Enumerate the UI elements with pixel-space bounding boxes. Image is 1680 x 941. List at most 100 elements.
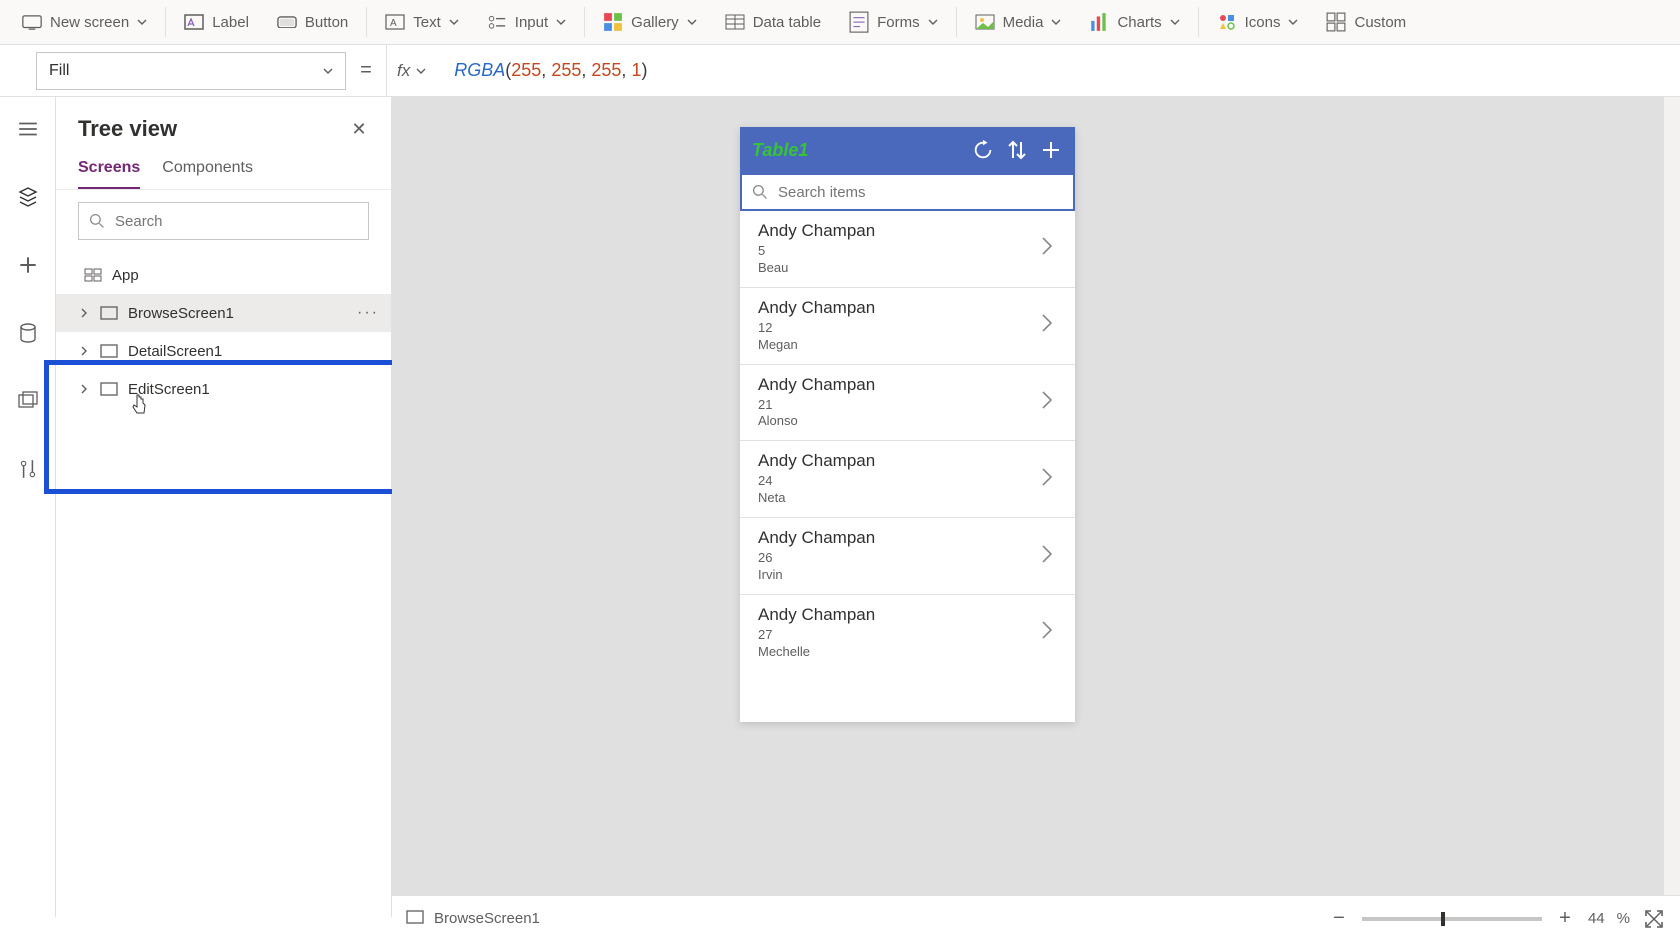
tree-view-button[interactable] [10, 179, 46, 215]
expand-icon[interactable] [78, 308, 90, 318]
gallery-item-title: Andy Champan [758, 298, 1041, 318]
tree-search-input[interactable] [115, 213, 358, 230]
tree-node-browsescreen1[interactable]: BrowseScreen1 ··· [56, 294, 391, 332]
forms-icon [849, 14, 869, 30]
chevron-right-icon[interactable] [1041, 236, 1061, 261]
status-bar: BrowseScreen1 − + 44 % [392, 895, 1680, 941]
custom-button[interactable]: Custom [1312, 0, 1420, 44]
icons-label: Icons [1245, 14, 1281, 31]
fit-to-screen-button[interactable] [1642, 907, 1666, 931]
new-screen-button[interactable]: New screen [8, 0, 161, 44]
sort-icon[interactable] [1005, 138, 1029, 162]
zoom-in-button[interactable]: + [1554, 908, 1576, 930]
chevron-down-icon [1288, 19, 1298, 25]
add-icon[interactable] [1039, 138, 1063, 162]
charts-icon [1089, 14, 1109, 30]
app-icon [84, 268, 102, 282]
gallery-item[interactable]: Andy Champan 24 Neta [740, 441, 1075, 518]
tree-node-app[interactable]: App [56, 256, 391, 294]
formula-fn: RGBA [454, 60, 505, 80]
chevron-right-icon[interactable] [1041, 467, 1061, 492]
chevron-down-icon [556, 19, 566, 25]
expand-icon[interactable] [78, 384, 90, 394]
input-icon [487, 14, 507, 30]
chevron-right-icon[interactable] [1041, 544, 1061, 569]
more-button[interactable]: ··· [357, 304, 379, 322]
tree-node-detailscreen1[interactable]: DetailScreen1 [56, 332, 391, 370]
left-rail [0, 97, 56, 917]
text-button[interactable]: A Text [371, 0, 473, 44]
gallery-item-sub1: 26 [758, 550, 1041, 567]
gallery-button[interactable]: Gallery [589, 0, 711, 44]
icons-icon [1217, 14, 1237, 30]
divider [165, 7, 166, 37]
data-table-button[interactable]: Data table [711, 0, 835, 44]
tree-node-editscreen1[interactable]: EditScreen1 [56, 370, 391, 408]
chevron-right-icon[interactable] [1041, 620, 1061, 645]
hamburger-button[interactable] [10, 111, 46, 147]
app-search-box[interactable] [740, 173, 1075, 211]
tree-list: App BrowseScreen1 ··· DetailScreen1 Edit… [56, 250, 391, 408]
status-screen-name: BrowseScreen1 [434, 910, 540, 927]
screen-icon [100, 382, 118, 396]
forms-label: Forms [877, 14, 920, 31]
input-label: Input [515, 14, 548, 31]
gallery-item-sub1: 24 [758, 473, 1041, 490]
gallery-item-sub2: Beau [758, 260, 1041, 277]
gallery-item[interactable]: Andy Champan 26 Irvin [740, 518, 1075, 595]
property-selector[interactable]: Fill [36, 52, 346, 90]
app-preview: Table1 Andy Champan 5 Beau Andy Champan [740, 127, 1075, 722]
data-button[interactable] [10, 315, 46, 351]
label-button[interactable]: Label [170, 0, 263, 44]
screen-icon [100, 344, 118, 358]
refresh-icon[interactable] [971, 138, 995, 162]
app-search-input[interactable] [778, 184, 1063, 201]
tree-view-panel: Tree view ✕ Screens Components App Brows… [56, 97, 392, 917]
tree-node-label: DetailScreen1 [128, 343, 222, 360]
gallery-item-title: Andy Champan [758, 375, 1041, 395]
divider [1198, 7, 1199, 37]
table-icon [725, 14, 745, 30]
chevron-right-icon[interactable] [1041, 390, 1061, 415]
gallery-item[interactable]: Andy Champan 27 Mechelle [740, 595, 1075, 671]
charts-label: Charts [1117, 14, 1161, 31]
close-panel-button[interactable]: ✕ [345, 115, 373, 143]
design-canvas[interactable]: Table1 Andy Champan 5 Beau Andy Champan [392, 97, 1680, 895]
insert-button[interactable] [10, 247, 46, 283]
media-panel-button[interactable] [10, 383, 46, 419]
tab-components[interactable]: Components [162, 153, 253, 189]
canvas-vertical-scrollbar[interactable] [1664, 97, 1680, 895]
expand-icon[interactable] [78, 346, 90, 356]
forms-button[interactable]: Forms [835, 0, 952, 44]
gallery-item[interactable]: Andy Champan 12 Megan [740, 288, 1075, 365]
media-icon [975, 14, 995, 30]
insert-ribbon: New screen Label Button A Text Input Gal… [0, 0, 1680, 45]
fx-label: fx [397, 61, 410, 81]
tab-screens[interactable]: Screens [78, 153, 140, 189]
advanced-tools-button[interactable] [10, 451, 46, 487]
icons-button[interactable]: Icons [1203, 0, 1313, 44]
tree-node-label: App [112, 267, 139, 284]
gallery-item-sub1: 27 [758, 627, 1041, 644]
gallery-item[interactable]: Andy Champan 21 Alonso [740, 365, 1075, 442]
gallery-item-sub2: Irvin [758, 567, 1041, 584]
chevron-right-icon[interactable] [1041, 313, 1061, 338]
input-button[interactable]: Input [473, 0, 580, 44]
media-button[interactable]: Media [961, 0, 1076, 44]
gallery-item-sub1: 21 [758, 397, 1041, 414]
property-name: Fill [49, 62, 69, 80]
divider [956, 7, 957, 37]
zoom-slider[interactable] [1362, 917, 1542, 921]
button-button[interactable]: Button [263, 0, 362, 44]
divider [366, 7, 367, 37]
charts-button[interactable]: Charts [1075, 0, 1193, 44]
data-table-label: Data table [753, 14, 821, 31]
zoom-percent: % [1617, 910, 1630, 927]
tree-search[interactable] [78, 202, 369, 240]
formula-input[interactable]: RGBA(255, 255, 255, 1) [436, 60, 647, 81]
chevron-down-icon [928, 19, 938, 25]
gallery-item[interactable]: Andy Champan 5 Beau [740, 211, 1075, 288]
zoom-out-button[interactable]: − [1328, 908, 1350, 930]
fx-button[interactable]: fx [386, 45, 436, 97]
chevron-down-icon [687, 19, 697, 25]
